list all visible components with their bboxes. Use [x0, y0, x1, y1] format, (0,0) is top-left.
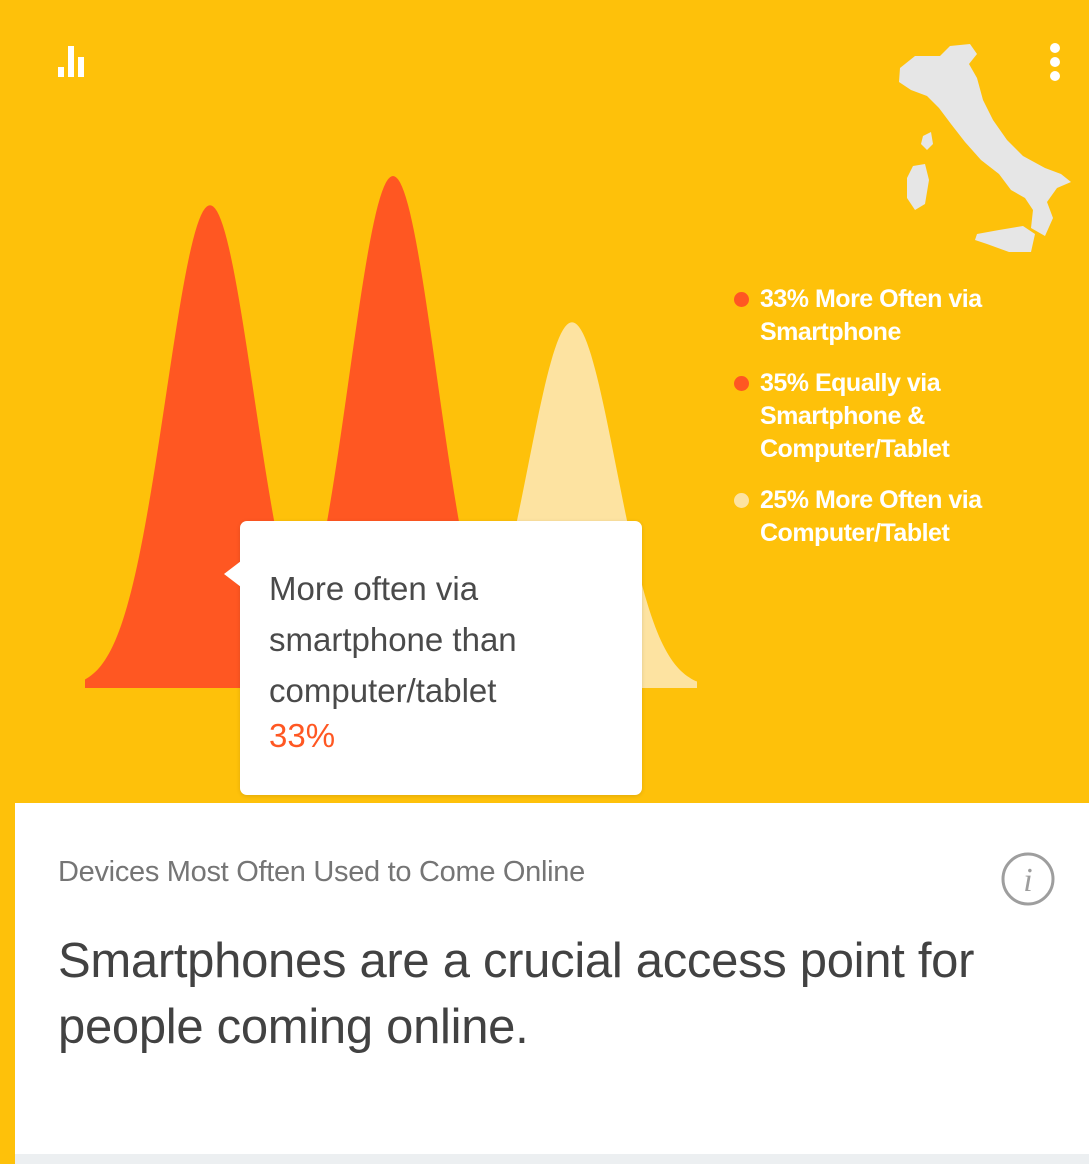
chart-tooltip: More often via smartphone than computer/… — [224, 521, 642, 795]
device-usage-card: 33% More Often via Smartphone 35% Equall… — [0, 0, 1089, 1164]
tooltip-text: More often via smartphone than computer/… — [269, 563, 609, 716]
card-subtitle: Devices Most Often Used to Come Online — [58, 856, 585, 888]
legend-item-computer: 25% More Often via Computer/Tablet — [732, 484, 1072, 550]
legend-text-line3: Computer/Tablet — [760, 435, 950, 463]
chart-legend: 33% More Often via Smartphone 35% Equall… — [732, 283, 1072, 568]
card-headline: Smartphones are a crucial access point f… — [58, 934, 975, 1054]
tooltip-arrow — [224, 561, 241, 587]
card-bottom-border — [15, 1154, 1089, 1164]
legend-item-smartphone: 33% More Often via Smartphone — [732, 283, 1072, 349]
svg-text:i: i — [1023, 862, 1032, 899]
legend-dot-computer — [734, 493, 749, 508]
legend-text-line1: 35% Equally via — [760, 369, 941, 397]
chart-panel: 33% More Often via Smartphone 35% Equall… — [0, 0, 1089, 803]
legend-text-line1: 33% More Often via — [760, 285, 982, 313]
more-vert-icon[interactable] — [1040, 38, 1070, 88]
info-icon[interactable]: i — [1000, 851, 1056, 907]
legend-dot-equal — [734, 376, 749, 391]
legend-item-equal: 35% Equally via Smartphone & Computer/Ta… — [732, 367, 1072, 466]
legend-text-line2: Smartphone & — [760, 402, 925, 430]
tooltip-line1: More often via — [269, 570, 479, 607]
card-accent-strip — [0, 803, 15, 1164]
legend-text-line1: 25% More Often via — [760, 486, 982, 514]
legend-text-line2: Computer/Tablet — [760, 519, 950, 547]
legend-dot-smartphone — [734, 292, 749, 307]
tooltip-line3: computer/tablet — [269, 672, 497, 709]
legend-text-line2: Smartphone — [760, 318, 901, 346]
tooltip-line2: smartphone than — [269, 621, 517, 658]
tooltip-value: 33% — [269, 717, 336, 754]
